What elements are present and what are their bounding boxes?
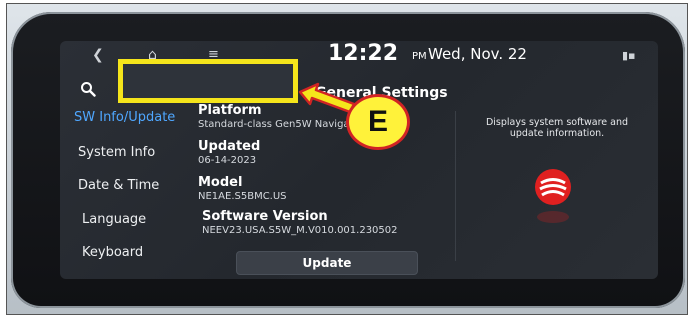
signal-status-icon: ▮▪ xyxy=(622,49,636,62)
sidebar-item-system-info[interactable]: System Info xyxy=(78,145,155,160)
model-value: NE1AE.S5BMC.US xyxy=(198,191,287,202)
software-version-value: NEEV23.USA.S5W_M.V010.001.230502 xyxy=(202,225,398,236)
date-display: Wed, Nov. 22 xyxy=(428,45,527,63)
update-button[interactable]: Update xyxy=(236,251,418,275)
highlight-box xyxy=(118,59,298,103)
clock-time: 12:22 xyxy=(328,41,399,66)
sidebar-item-date-time[interactable]: Date & Time xyxy=(78,178,159,193)
search-icon[interactable] xyxy=(80,81,96,97)
sidebar-item-language[interactable]: Language xyxy=(82,212,146,227)
red-dot-award-icon xyxy=(535,169,571,205)
model-label: Model xyxy=(198,175,243,190)
updated-label: Updated xyxy=(198,139,261,154)
red-dot-award-reflection-icon xyxy=(537,211,569,223)
panel-divider xyxy=(455,111,456,261)
platform-label: Platform xyxy=(198,103,262,118)
software-version-label: Software Version xyxy=(202,209,328,224)
sidebar-item-keyboard[interactable]: Keyboard xyxy=(82,245,143,260)
info-description: Displays system software and update info… xyxy=(485,117,629,139)
back-icon[interactable]: ❮ xyxy=(92,47,104,63)
clock-ampm: PM xyxy=(412,51,427,62)
callout-label-badge: E xyxy=(346,94,410,150)
updated-value: 06-14-2023 xyxy=(198,155,257,166)
sidebar-item-sw-info-update[interactable]: SW Info/Update xyxy=(74,110,175,125)
platform-value: Standard-class Gen5W Navigation xyxy=(198,119,369,130)
